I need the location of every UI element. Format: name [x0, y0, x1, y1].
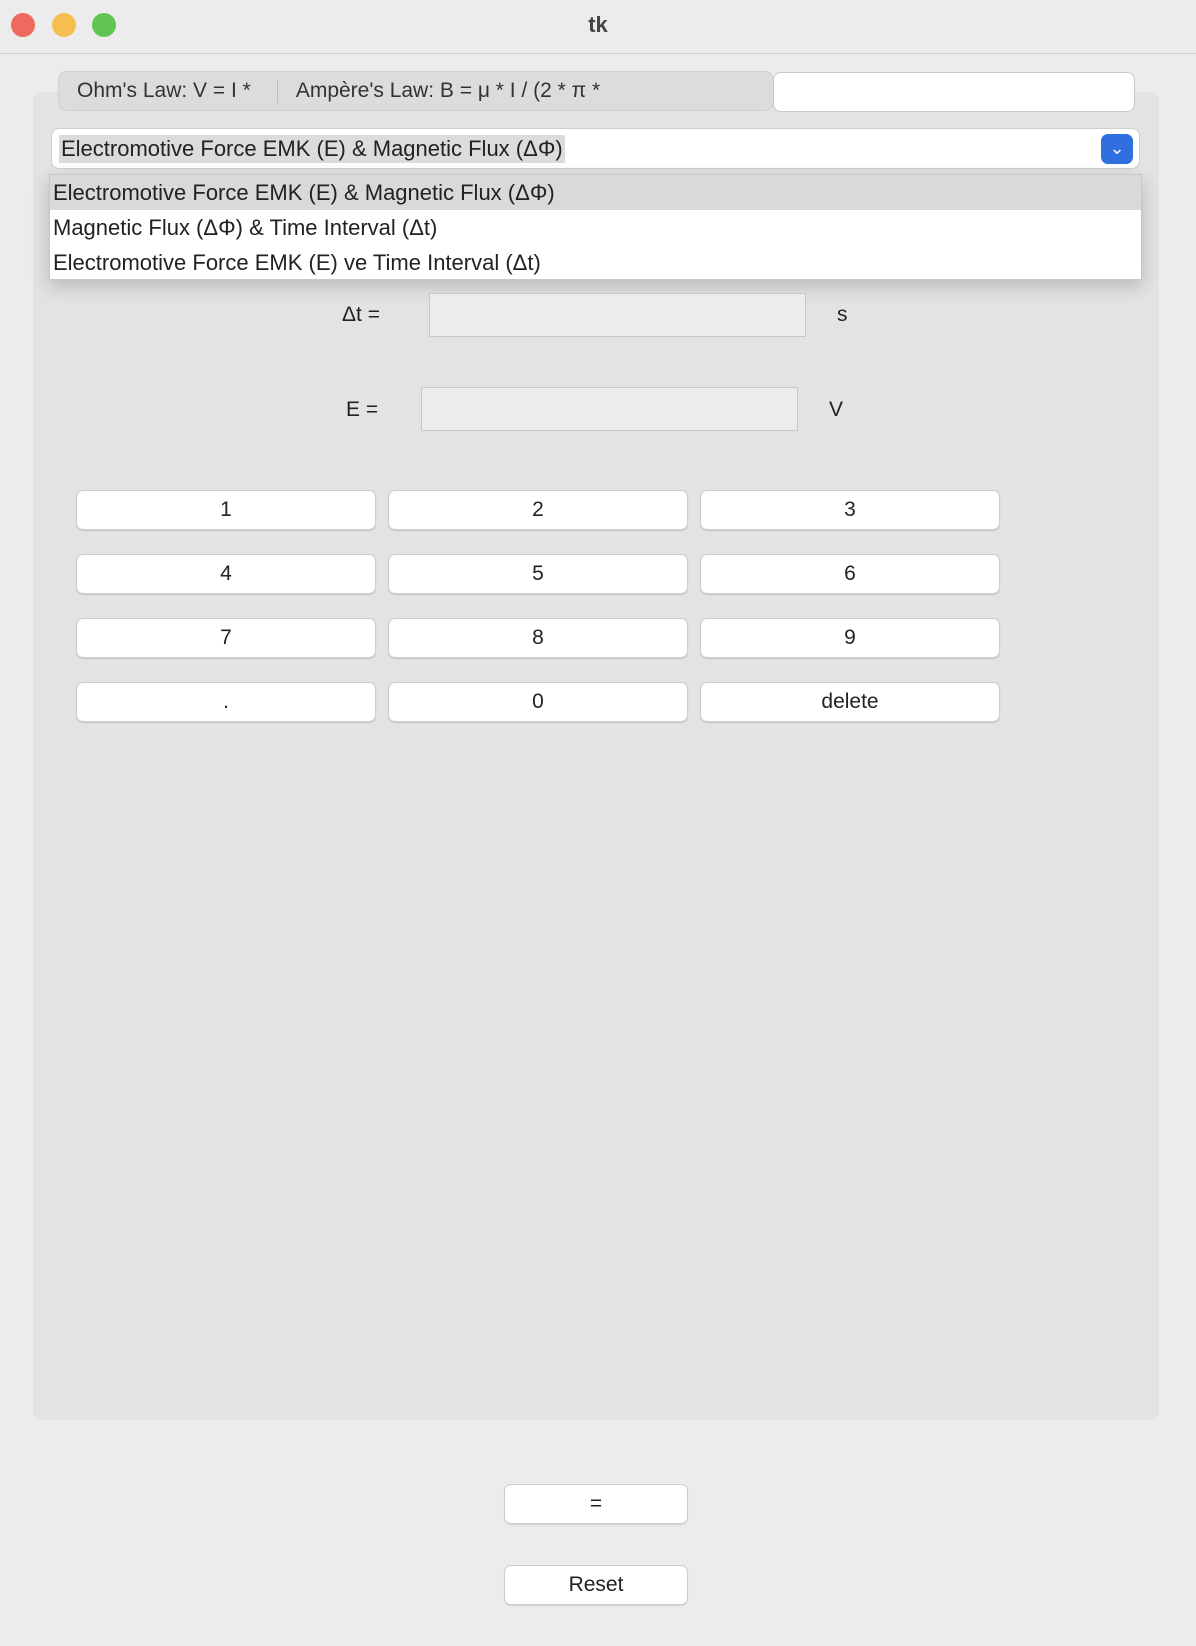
tab-ohms-law[interactable]: Ohm's Law: V = I *	[59, 79, 277, 103]
delta-t-unit: s	[837, 303, 848, 326]
combobox-dropdown-list: Electromotive Force EMK (E) & Magnetic F…	[49, 174, 1142, 280]
reset-button[interactable]: Reset	[504, 1565, 688, 1605]
dropdown-option[interactable]: Electromotive Force EMK (E) & Magnetic F…	[50, 175, 1141, 210]
delete-button[interactable]: delete	[700, 682, 1000, 722]
emf-unit: V	[829, 398, 844, 421]
digit-button-1[interactable]: 1	[76, 490, 376, 530]
dropdown-option[interactable]: Magnetic Flux (ΔΦ) & Time Interval (Δt)	[50, 210, 1141, 245]
emf-input[interactable]	[421, 387, 798, 431]
digit-button-6[interactable]: 6	[700, 554, 1000, 594]
digit-button-9[interactable]: 9	[700, 618, 1000, 658]
mode-combobox[interactable]: Electromotive Force EMK (E) & Magnetic F…	[51, 128, 1140, 169]
tab-bar: Ohm's Law: V = I * Ampère's Law: B = μ *…	[58, 71, 774, 111]
digit-button-5[interactable]: 5	[388, 554, 688, 594]
tab-amperes-law[interactable]: Ampère's Law: B = μ * I / (2 * π *	[276, 79, 626, 103]
digit-button-0[interactable]: 0	[388, 682, 688, 722]
dropdown-option[interactable]: Electromotive Force EMK (E) ve Time Inte…	[50, 245, 1141, 280]
title-bar: tk	[0, 0, 1196, 54]
delta-t-input[interactable]	[429, 293, 806, 337]
window-title: tk	[588, 12, 608, 37]
decimal-button[interactable]: .	[76, 682, 376, 722]
digit-button-4[interactable]: 4	[76, 554, 376, 594]
chevron-down-icon[interactable]: ⌄	[1101, 134, 1133, 164]
digit-button-8[interactable]: 8	[388, 618, 688, 658]
content-panel	[33, 92, 1159, 1420]
digit-button-3[interactable]: 3	[700, 490, 1000, 530]
tab-bar-entry[interactable]	[773, 72, 1135, 112]
digit-button-2[interactable]: 2	[388, 490, 688, 530]
combobox-selected-value: Electromotive Force EMK (E) & Magnetic F…	[59, 135, 565, 163]
equals-button[interactable]: =	[504, 1484, 688, 1524]
delta-t-label: Δt =	[342, 303, 380, 326]
digit-button-7[interactable]: 7	[76, 618, 376, 658]
emf-label: E =	[346, 398, 379, 421]
